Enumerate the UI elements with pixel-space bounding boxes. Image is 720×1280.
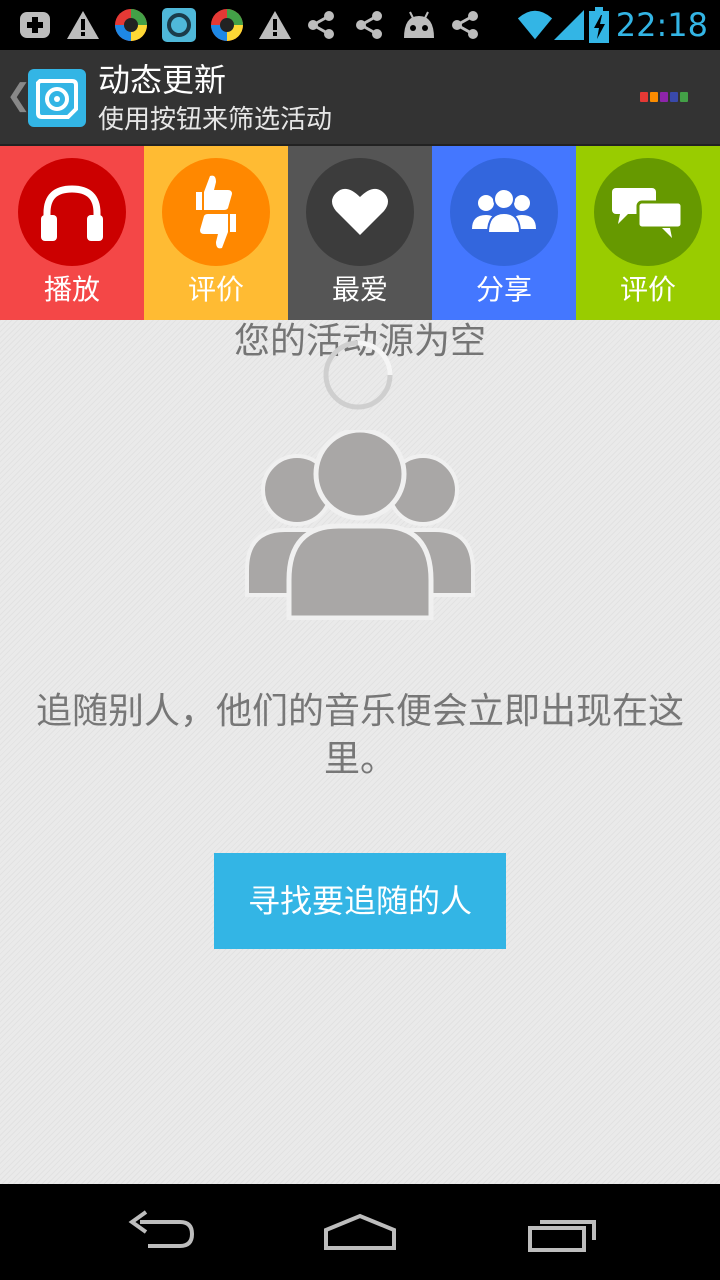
filter-favorite-button[interactable]: 最爱 [288,146,432,320]
filter-bar: 播放 评价 最爱 分享 评价 [0,146,720,320]
share-icon [446,6,484,44]
signal-icon [550,6,588,44]
battery-charging-icon [584,6,614,44]
filter-label: 播放 [43,273,100,306]
filter-label: 最爱 [331,273,388,306]
filter-circle [594,158,702,266]
status-bar: 22:18 [0,0,720,50]
share-icon [350,6,388,44]
filter-comment-button[interactable]: 评价 [576,146,720,320]
filter-circle [306,158,414,266]
filter-share-button[interactable]: 分享 [432,146,576,320]
menu-dot [660,92,668,102]
clock: 22:18 [615,6,708,44]
menu-dot [650,92,658,102]
share-icon [302,6,340,44]
find-people-button[interactable]: 寻找要追随的人 [214,853,506,949]
android-icon [400,6,438,44]
page-subtitle: 使用按钮来筛选活动 [98,105,333,135]
app-logo-icon[interactable] [28,69,86,127]
empty-feed-message-line: 里。 [323,739,396,780]
loading-spinner-icon [323,340,393,410]
menu-dot [640,92,648,102]
warning-icon [256,6,294,44]
headphones-icon [41,185,103,241]
overflow-menu-icon[interactable] [640,92,688,102]
filter-label: 评价 [619,273,676,306]
filter-rate-button[interactable]: 评价 [144,146,288,320]
menu-dot [670,92,678,102]
activity-feed[interactable]: 您的活动源为空 追随别人，他们的音乐便会立即出现在这 里。 寻找要追随的人 [0,320,720,1184]
thumbs-up-down-icon [196,175,236,249]
filter-circle [450,158,558,266]
page-title: 动态更新 [98,61,227,99]
wifi-icon [516,6,554,44]
action-bar: ❮ 动态更新 使用按钮来筛选活动 [0,50,720,146]
menu-dot [680,92,688,102]
back-icon[interactable] [120,1208,200,1256]
empty-feed-message: 追随别人，他们的音乐便会立即出现在这 里。 [0,688,720,784]
group-icon [472,188,536,234]
filter-play-button[interactable]: 播放 [0,146,144,320]
heart-icon [332,188,388,235]
filter-label: 分享 [475,273,532,306]
filter-circle [162,158,270,266]
filter-label: 评价 [187,273,244,306]
add-icon [16,6,54,44]
app-circle-icon [208,6,246,44]
recent-apps-icon[interactable] [524,1208,604,1256]
home-icon[interactable] [320,1208,400,1256]
warning-icon [64,6,102,44]
navigation-bar [0,1184,720,1280]
people-group-icon [245,430,475,620]
app-q-icon [160,6,198,44]
app-circle-icon [112,6,150,44]
chat-bubbles-icon [612,188,684,238]
filter-circle [18,158,126,266]
empty-feed-message-line: 追随别人，他们的音乐便会立即出现在这 [35,691,684,732]
